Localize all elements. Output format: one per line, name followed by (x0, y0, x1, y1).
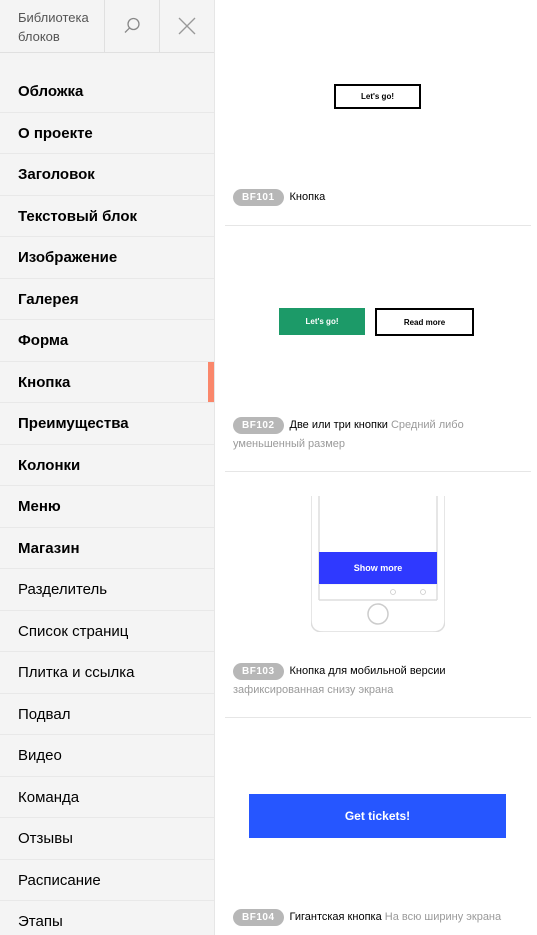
sidebar-item-text-block[interactable]: Текстовый блок (0, 196, 214, 237)
sidebar-item-button[interactable]: Кнопка (0, 361, 214, 403)
sidebar-item-columns[interactable]: Колонки (0, 445, 214, 486)
preview-button: Show more (319, 552, 437, 584)
sidebar-item-about[interactable]: О проекте (0, 113, 214, 154)
preview-button-primary: Let's go! (279, 308, 365, 335)
sidebar-item-features[interactable]: Преимущества (0, 403, 214, 445)
sidebar-item-image[interactable]: Изображение (0, 237, 214, 279)
sidebar-item-form[interactable]: Форма (0, 320, 214, 362)
search-icon (124, 17, 140, 33)
sidebar-item-tile-link[interactable]: Плитка и ссылка (0, 652, 214, 694)
sidebar-item-footer[interactable]: Подвал (0, 694, 214, 735)
sidebar-list: Обложка О проекте Заголовок Текстовый бл… (0, 71, 214, 935)
phone-mockup: Show more (311, 496, 445, 632)
block-tag: BF102 (233, 417, 284, 434)
sidebar-item-steps[interactable]: Этапы (0, 901, 214, 935)
block-tag: BF104 (233, 909, 284, 926)
sidebar-item-divider[interactable]: Разделитель (0, 569, 214, 611)
sidebar-title: Библиотека блоков (18, 10, 89, 44)
block-meta: BF101 Кнопка (233, 188, 527, 207)
block-tag: BF101 (233, 189, 284, 206)
close-icon (178, 17, 196, 35)
sidebar: Библиотека блоков Обложка О проекте Заго… (0, 0, 215, 935)
block-card-bf101[interactable]: Let's go! BF101 Кнопка (225, 0, 531, 226)
block-name: Кнопка (289, 191, 326, 203)
block-card-bf102[interactable]: Let's go! Read more BF102 Две или три кно… (225, 226, 531, 472)
block-name: Кнопка для мобильной версии (289, 665, 446, 677)
block-name: Гигантская кнопка (289, 911, 382, 923)
sidebar-item-menu[interactable]: Меню (0, 486, 214, 528)
close-button[interactable] (158, 0, 214, 52)
preview-button: Get tickets! (249, 794, 506, 838)
sidebar-item-gallery[interactable]: Галерея (0, 279, 214, 320)
block-card-bf104[interactable]: Get tickets! BF104 Гигантская кнопка На в… (225, 718, 531, 935)
block-card-bf103[interactable]: Show more BF103 Кнопка для мобильной верс… (225, 472, 531, 718)
preview-button-secondary: Read more (375, 308, 474, 336)
sidebar-item-page-list[interactable]: Список страниц (0, 611, 214, 652)
sidebar-item-team[interactable]: Команда (0, 777, 214, 818)
sidebar-item-heading[interactable]: Заголовок (0, 154, 214, 196)
block-meta: BF102 Две или три кнопки Средний либо уме… (233, 416, 527, 454)
sidebar-item-schedule[interactable]: Расписание (0, 860, 214, 901)
block-description: зафиксированная снизу экрана (233, 684, 394, 696)
block-tag: BF103 (233, 663, 284, 680)
block-meta: BF104 Гигантская кнопка На всю ширину экр… (233, 908, 527, 927)
sidebar-item-shop[interactable]: Магазин (0, 528, 214, 569)
sidebar-item-reviews[interactable]: Отзывы (0, 818, 214, 860)
search-button[interactable] (103, 0, 159, 52)
block-meta: BF103 Кнопка для мобильной версии зафикси… (233, 662, 527, 700)
block-description: На всю ширину экрана (384, 911, 502, 923)
sidebar-item-video[interactable]: Видео (0, 735, 214, 777)
block-library-content: Let's go! BF101 Кнопка Let's go! Read mor… (225, 0, 531, 935)
preview-button: Let's go! (334, 84, 421, 109)
sidebar-item-cover[interactable]: Обложка (0, 71, 214, 113)
sidebar-header: Библиотека блоков (0, 0, 214, 53)
block-name: Две или три кнопки (289, 419, 388, 431)
